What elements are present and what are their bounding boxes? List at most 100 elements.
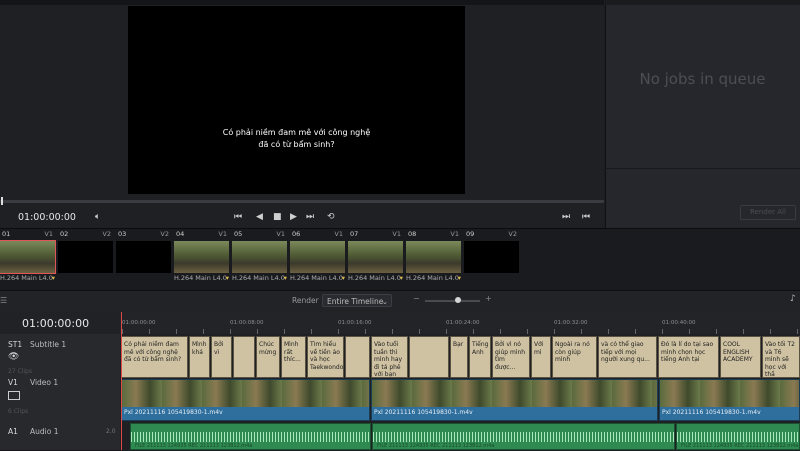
loop-icon[interactable]: ⟲: [327, 212, 335, 222]
subtitle-clip[interactable]: Có phải niềm đam mê với công nghệ đã có …: [121, 336, 188, 378]
preview-subtitle-line1: Có phải niềm đam mê với công nghệ: [222, 128, 371, 137]
clip-track-label: V1: [276, 230, 285, 238]
audio-clip[interactable]: FILE 211113 124935 REC 211113 123812.m4a: [676, 423, 800, 450]
subtitle-track-id: ST1: [8, 340, 23, 349]
clip-number: 01: [2, 230, 11, 238]
scrub-bar[interactable]: [0, 200, 604, 203]
clip-thumb-image: [174, 241, 229, 273]
clip-number: 06: [292, 230, 301, 238]
video-monitor-icon[interactable]: [8, 391, 20, 400]
clip-flag-icon: ▾: [283, 274, 287, 282]
subtitle-clip[interactable]: COOL ENGLISH ACADEMY: [720, 336, 761, 378]
subtitle-clip[interactable]: [409, 336, 449, 378]
preview-subtitle-line2: đã có từ bẩm sinh?: [258, 140, 335, 149]
audio-track-name: Audio 1: [30, 427, 59, 436]
eye-icon[interactable]: 👁︎: [8, 352, 19, 362]
music-note-icon[interactable]: ♪: [790, 294, 796, 304]
clip-codec: H.264 Main L4.0: [290, 274, 343, 282]
subtitle-clip[interactable]: Tìm hiểu về tiền ảo và học Taekwondo: [307, 336, 344, 378]
audio-track-header[interactable]: A1 Audio 1 2.0: [0, 422, 120, 451]
subtitle-clip[interactable]: Mình rất thíc...: [281, 336, 306, 378]
ruler-label: 01:00:00:00: [122, 320, 156, 326]
clip-flag-icon: ▾: [51, 274, 55, 282]
panel-menu-icon[interactable]: ☰: [0, 296, 7, 305]
render-all-button[interactable]: Render All: [740, 205, 796, 220]
video-clip[interactable]: Pxl 20211116 105419830-1.m4v: [371, 379, 658, 421]
video-clip-name: Pxl 20211116 105419830-1.m4v: [662, 409, 761, 416]
subtitle-track-header[interactable]: ST1 Subtitle 1 👁︎ 27 Clips: [0, 334, 120, 379]
clip-track-label: V2: [508, 230, 517, 238]
clip-codec: H.264 Main L4.0: [406, 274, 459, 282]
subtitle-clip[interactable]: [345, 336, 370, 378]
prev-clip-icon[interactable]: ⏭︎: [562, 212, 570, 222]
video-track-header[interactable]: V1 Video 1 6 Clips: [0, 378, 120, 423]
clip-thumbnail[interactable]: 08 V1 H.264 Main L4.0 ▾: [406, 230, 463, 286]
audio-clip[interactable]: FILE 211113 124935 REC 211113 123812.m4a: [130, 423, 371, 450]
timeline-playhead[interactable]: [121, 312, 122, 450]
subtitle-clip[interactable]: và có thể giao tiếp với mọi người xung q…: [598, 336, 657, 378]
clip-thumb-image: [290, 241, 345, 273]
clip-thumbnail[interactable]: 03 V2: [116, 230, 173, 286]
audio-clip[interactable]: FILE 211113 124935 REC 211113 123812.m4a: [372, 423, 675, 450]
subtitle-clip[interactable]: Mình khá: [189, 336, 210, 378]
zoom-slider-knob[interactable]: [455, 297, 461, 303]
clip-number: 05: [234, 230, 243, 238]
zoom-out-icon[interactable]: −: [413, 294, 420, 303]
clip-number: 07: [350, 230, 359, 238]
clip-thumb-image: [0, 240, 56, 274]
audio-clip-name: FILE 211113 124935 REC 211113 123812.m4a: [681, 443, 799, 449]
subtitle-clip[interactable]: Ngoài ra nó còn giúp mình: [552, 336, 597, 378]
subtitle-clip[interactable]: Đó là lí do tại sao mình chọn học tiếng …: [658, 336, 719, 378]
clip-thumb-image: [464, 241, 519, 273]
subtitle-clip[interactable]: Với mì: [531, 336, 551, 378]
subtitle-clip[interactable]: Bởi vì: [211, 336, 232, 378]
subtitle-clip[interactable]: Bạr: [450, 336, 468, 378]
scrub-playhead[interactable]: [1, 197, 3, 205]
clip-thumbnail[interactable]: 07 V1 H.264 Main L4.0 ▾: [348, 230, 405, 286]
clip-thumbnail[interactable]: 02 V2: [58, 230, 115, 286]
play-reverse-icon[interactable]: ◀︎: [256, 212, 263, 222]
render-label: Render: [292, 296, 319, 305]
subtitle-clip[interactable]: [233, 336, 255, 378]
audio-track-id: A1: [8, 427, 18, 436]
audio-clip-name: FILE 211113 124935 REC 211113 123812.m4a: [377, 443, 495, 449]
clip-track-label: V1: [334, 230, 343, 238]
clip-thumbnail[interactable]: 09 V2: [464, 230, 521, 286]
render-mode-value: Entire Timeline: [327, 297, 384, 306]
subtitle-clip[interactable]: Tiếng Anh: [469, 336, 491, 378]
volume-icon[interactable]: 🔈︎: [95, 212, 100, 222]
video-clip[interactable]: Pxl 20211116 105419830-1.m4v: [121, 379, 370, 421]
video-clip-thumbnails: [660, 380, 799, 407]
skip-to-start-icon[interactable]: ⏮︎: [234, 212, 242, 222]
render-mode-select[interactable]: Entire Timeline ⌄: [322, 294, 392, 307]
subtitle-clip[interactable]: Vào tuổi tuần thì mình hay đi tá phê với…: [371, 336, 408, 378]
clip-track-label: V2: [160, 230, 169, 238]
video-clip-thumbnails: [122, 380, 369, 407]
clip-number: 08: [408, 230, 417, 238]
subtitle-clip[interactable]: Chúc mừng: [256, 336, 280, 378]
clip-codec: H.264 Main L4.0: [0, 274, 53, 282]
chevron-down-icon: ⌄: [381, 297, 388, 306]
zoom-in-icon[interactable]: +: [485, 294, 492, 303]
video-preview[interactable]: [128, 6, 465, 194]
stop-icon[interactable]: ■: [273, 212, 282, 222]
skip-to-end-icon[interactable]: ⏭︎: [306, 212, 314, 222]
clip-thumb-image: [348, 241, 403, 273]
subtitle-clip[interactable]: Bởi vì nó giúp mình tìm được...: [492, 336, 530, 378]
subtitle-clip[interactable]: Vào tối T2 và T6 mình sẽ học với thầ: [762, 336, 800, 378]
video-clip-name: Pxl 20211116 105419830-1.m4v: [374, 409, 473, 416]
viewer-timecode: 01:00:00:00: [18, 212, 76, 223]
next-clip-icon[interactable]: ⏮︎: [582, 212, 590, 222]
clip-thumbnail[interactable]: 04 V1 H.264 Main L4.0 ▾: [174, 230, 231, 286]
video-clip-thumbnails: [372, 380, 657, 407]
audio-waveform: [677, 432, 799, 442]
zoom-slider[interactable]: [425, 300, 480, 302]
clip-codec: H.264 Main L4.0: [232, 274, 285, 282]
clip-thumb-image: [232, 241, 287, 273]
clip-thumbnail[interactable]: 01 V1 H.264 Main L4.0 ▾: [0, 230, 57, 286]
clip-thumbnail[interactable]: 05 V1 H.264 Main L4.0 ▾: [232, 230, 289, 286]
video-clip[interactable]: Pxl 20211116 105419830-1.m4v: [659, 379, 800, 421]
play-icon[interactable]: ▶︎: [290, 212, 297, 222]
clip-thumbnail[interactable]: 06 V1 H.264 Main L4.0 ▾: [290, 230, 347, 286]
ruler-label: 01:00:24:00: [446, 320, 480, 326]
